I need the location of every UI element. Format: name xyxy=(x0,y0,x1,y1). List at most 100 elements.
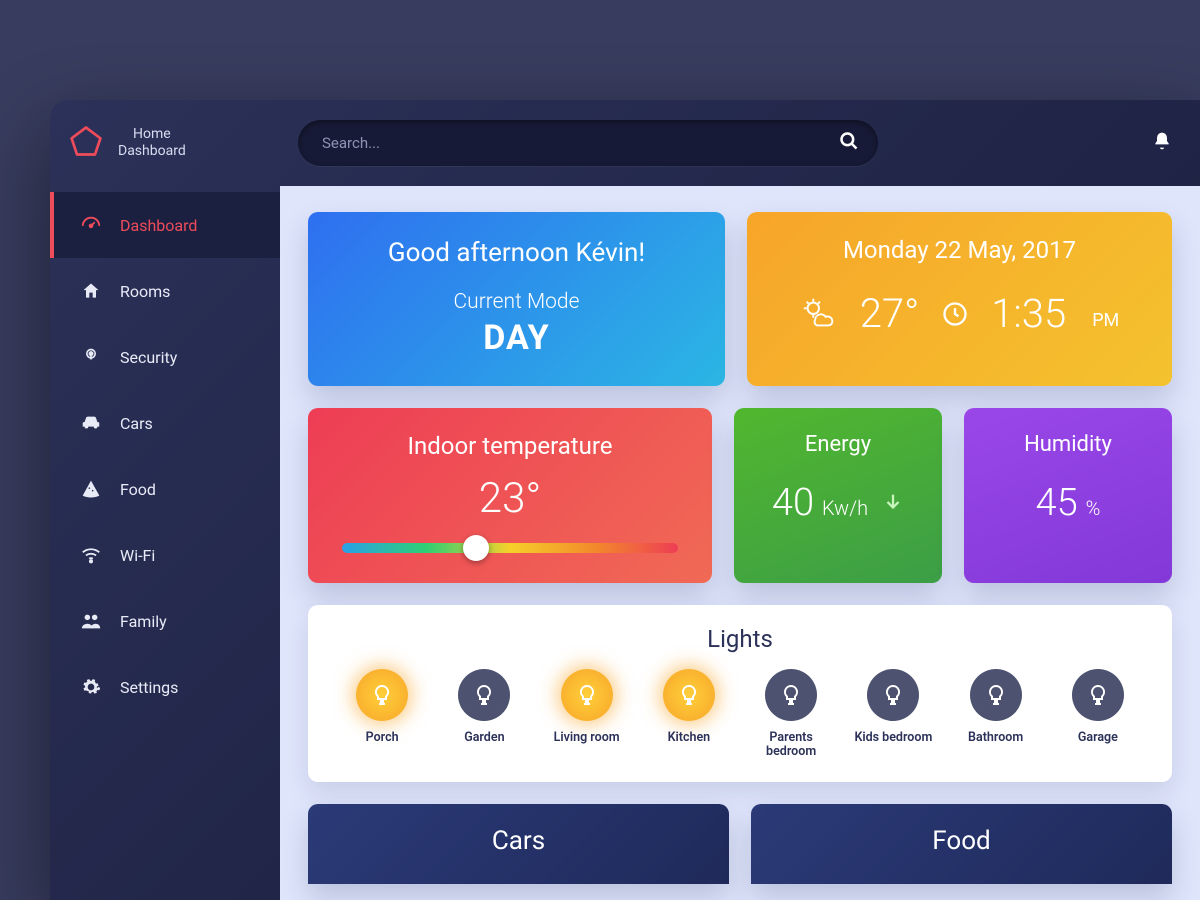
mode-value: DAY xyxy=(328,318,705,358)
bell-icon xyxy=(1152,131,1172,155)
humidity-title: Humidity xyxy=(980,432,1156,457)
energy-metric: 40 Kw/h xyxy=(772,481,904,525)
light-label: Garage xyxy=(1050,731,1146,745)
light-label: Bathroom xyxy=(948,731,1044,745)
light-label: Kitchen xyxy=(641,731,737,745)
sidebar-item-food[interactable]: Food xyxy=(50,456,280,522)
card-energy[interactable]: Energy 40 Kw/h xyxy=(734,408,942,583)
light-label: Parents bedroom xyxy=(743,731,839,760)
card-lights: Lights Porch Garden Living room Kitchen Pare… xyxy=(308,605,1172,782)
light-label: Living room xyxy=(539,731,635,745)
people-icon xyxy=(80,610,102,632)
temp-slider[interactable] xyxy=(342,543,678,553)
sidebar-item-label: Security xyxy=(120,348,177,367)
card-cars[interactable]: Cars xyxy=(308,804,729,884)
notifications-button[interactable] xyxy=(1144,125,1180,161)
row-top: Good afternoon Kévin! Current Mode DAY M… xyxy=(308,212,1172,386)
sidebar-item-label: Cars xyxy=(120,414,153,433)
light-toggle-kitchen[interactable]: Kitchen xyxy=(641,669,737,760)
brand: Home Dashboard xyxy=(68,123,248,163)
sidebar-item-label: Settings xyxy=(120,678,178,697)
lock-icon xyxy=(80,346,102,368)
lightbulb-icon xyxy=(765,669,817,721)
lightbulb-icon xyxy=(663,669,715,721)
sidebar-item-label: Wi-Fi xyxy=(120,546,155,565)
app-window: Home Dashboard Dashboar xyxy=(50,100,1200,900)
search-icon xyxy=(839,131,859,155)
energy-unit: Kw/h xyxy=(822,496,868,520)
row-bottom: Cars Food xyxy=(308,804,1172,884)
light-label: Porch xyxy=(334,731,430,745)
light-toggle-kids-bedroom[interactable]: Kids bedroom xyxy=(845,669,941,760)
light-toggle-living-room[interactable]: Living room xyxy=(539,669,635,760)
lightbulb-icon xyxy=(458,669,510,721)
greeting-text: Good afternoon Kévin! xyxy=(328,238,705,268)
lightbulb-icon xyxy=(970,669,1022,721)
weather-row: 27° 1:35 PM xyxy=(771,290,1148,337)
sidebar-item-security[interactable]: Security xyxy=(50,324,280,390)
lightbulb-icon xyxy=(1072,669,1124,721)
topbar: Home Dashboard xyxy=(50,100,1200,186)
humidity-metric: 45 % xyxy=(1036,481,1101,525)
logo-pentagon-icon xyxy=(68,123,104,163)
time-ampm: PM xyxy=(1092,310,1119,337)
humidity-unit: % xyxy=(1086,496,1101,520)
light-label: Garden xyxy=(436,731,532,745)
humidity-value: 45 xyxy=(1036,481,1078,525)
sidebar-item-cars[interactable]: Cars xyxy=(50,390,280,456)
sidebar-item-rooms[interactable]: Rooms xyxy=(50,258,280,324)
mode-label: Current Mode xyxy=(328,290,705,314)
wifi-icon xyxy=(80,544,102,566)
brand-line1: Home xyxy=(118,126,186,144)
sidebar-item-label: Food xyxy=(120,480,156,499)
time-value: 1:35 xyxy=(991,290,1066,337)
sidebar-item-wifi[interactable]: Wi-Fi xyxy=(50,522,280,588)
lightbulb-icon xyxy=(561,669,613,721)
card-greeting[interactable]: Good afternoon Kévin! Current Mode DAY xyxy=(308,212,725,386)
gauge-icon xyxy=(80,214,102,236)
cars-title: Cars xyxy=(328,826,709,856)
sidebar-item-label: Family xyxy=(120,612,167,631)
sidebar-item-settings[interactable]: Settings xyxy=(50,654,280,720)
date-text: Monday 22 May, 2017 xyxy=(771,236,1148,264)
search-input[interactable] xyxy=(298,120,878,166)
light-toggle-bathroom[interactable]: Bathroom xyxy=(948,669,1044,760)
energy-title: Energy xyxy=(750,432,926,457)
search-wrap xyxy=(298,120,878,166)
lights-row: Porch Garden Living room Kitchen Parents bed… xyxy=(334,669,1146,760)
car-icon xyxy=(80,412,102,434)
temp-slider-thumb[interactable] xyxy=(463,535,489,561)
sidebar: Dashboard Rooms Security Cars xyxy=(50,186,280,900)
pizza-icon xyxy=(80,478,102,500)
light-toggle-garden[interactable]: Garden xyxy=(436,669,532,760)
arrow-down-icon xyxy=(882,481,904,525)
indoor-temp-value: 23° xyxy=(336,474,684,523)
brand-line2: Dashboard xyxy=(118,143,186,161)
food-title: Food xyxy=(771,826,1152,856)
sidebar-item-label: Rooms xyxy=(120,282,170,301)
card-indoor-temp[interactable]: Indoor temperature 23° xyxy=(308,408,712,583)
energy-value: 40 xyxy=(772,481,814,525)
outdoor-temp: 27° xyxy=(860,290,920,337)
sidebar-item-label: Dashboard xyxy=(120,216,197,235)
clock-icon xyxy=(941,300,969,328)
main-content: Good afternoon Kévin! Current Mode DAY M… xyxy=(280,186,1200,900)
lights-title: Lights xyxy=(334,625,1146,653)
card-humidity[interactable]: Humidity 45 % xyxy=(964,408,1172,583)
sidebar-item-family[interactable]: Family xyxy=(50,588,280,654)
lightbulb-icon xyxy=(867,669,919,721)
indoor-temp-title: Indoor temperature xyxy=(336,432,684,460)
card-food[interactable]: Food xyxy=(751,804,1172,884)
weather-sun-cloud-icon xyxy=(800,295,838,333)
sidebar-item-dashboard[interactable]: Dashboard xyxy=(50,192,280,258)
brand-text: Home Dashboard xyxy=(118,126,186,161)
light-toggle-porch[interactable]: Porch xyxy=(334,669,430,760)
light-toggle-garage[interactable]: Garage xyxy=(1050,669,1146,760)
row-metrics: Indoor temperature 23° Energy 40 Kw/h xyxy=(308,408,1172,583)
light-label: Kids bedroom xyxy=(845,731,941,745)
light-toggle-parents-bedroom[interactable]: Parents bedroom xyxy=(743,669,839,760)
search-button[interactable] xyxy=(834,128,864,158)
lightbulb-icon xyxy=(356,669,408,721)
home-icon xyxy=(80,280,102,302)
card-date-weather[interactable]: Monday 22 May, 2017 27° 1:35 PM xyxy=(747,212,1172,386)
